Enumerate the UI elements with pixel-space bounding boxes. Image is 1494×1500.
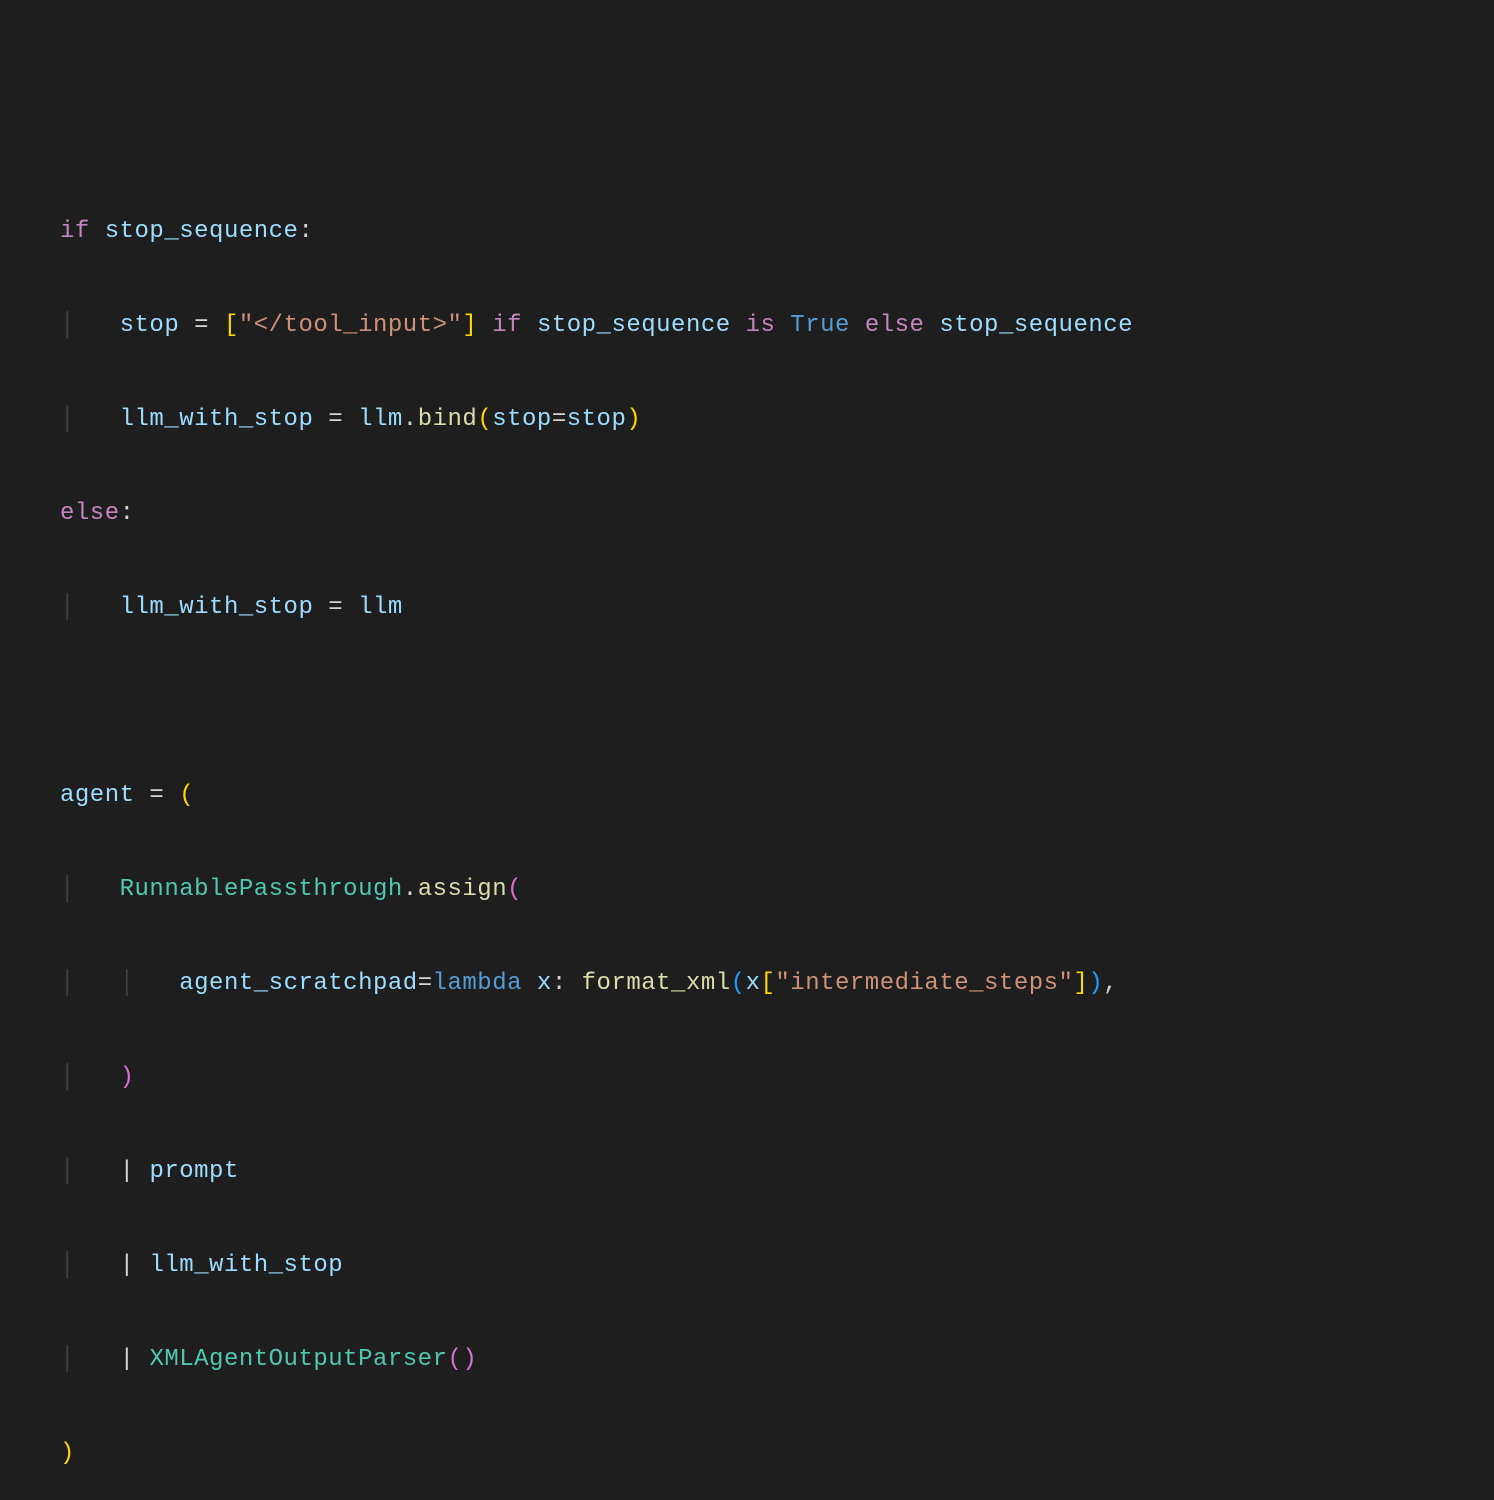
code-editor[interactable]: if stop_sequence: │ stop = ["</tool_inpu… [60, 208, 1494, 1500]
code-token [522, 970, 537, 997]
code-line[interactable]: agent = ( [60, 772, 1494, 819]
code-token: agent_scratchpad [179, 970, 417, 997]
code-token: llm_with_stop [120, 406, 314, 433]
code-line[interactable]: if stop_sequence: [60, 208, 1494, 255]
code-token: llm [358, 594, 403, 621]
code-line[interactable]: │ │ agent_scratchpad=lambda x: format_xm… [60, 960, 1494, 1007]
code-token: x [537, 970, 552, 997]
code-token: agent [60, 782, 135, 809]
code-token: if [492, 312, 522, 339]
code-token: stop [120, 312, 180, 339]
code-token: = [552, 406, 567, 433]
code-token: ( [731, 970, 746, 997]
code-token: if [60, 218, 90, 245]
code-line[interactable]: │ ) [60, 1054, 1494, 1101]
code-token [522, 312, 537, 339]
code-token: ( [477, 406, 492, 433]
code-token [775, 312, 790, 339]
code-token [179, 312, 194, 339]
code-token: = [328, 594, 343, 621]
code-token: ] [462, 312, 477, 339]
code-token: ) [60, 1440, 75, 1467]
code-line[interactable]: │ stop = ["</tool_input>"] if stop_seque… [60, 302, 1494, 349]
code-token [731, 312, 746, 339]
code-token [135, 1252, 150, 1279]
code-token: = [328, 406, 343, 433]
code-token: RunnablePassthrough [120, 876, 403, 903]
code-line[interactable]: │ | XMLAgentOutputParser() [60, 1336, 1494, 1383]
code-token [135, 1346, 150, 1373]
code-token: ) [626, 406, 641, 433]
code-token [343, 594, 358, 621]
code-line[interactable]: else: [60, 490, 1494, 537]
code-token: = [149, 782, 164, 809]
code-token: prompt [149, 1158, 238, 1185]
code-token: ) [462, 1346, 477, 1373]
code-token: | [120, 1252, 135, 1279]
code-token [313, 594, 328, 621]
code-token [135, 1158, 150, 1185]
code-token [209, 312, 224, 339]
code-token: ( [179, 782, 194, 809]
code-token [164, 782, 179, 809]
code-token: , [1103, 970, 1118, 997]
code-token: ) [120, 1064, 135, 1091]
code-line[interactable] [60, 678, 1494, 725]
code-token: : [120, 500, 135, 527]
code-token [313, 406, 328, 433]
code-token: = [194, 312, 209, 339]
code-token [477, 312, 492, 339]
code-line[interactable]: │ llm_with_stop = llm [60, 584, 1494, 631]
code-token [924, 312, 939, 339]
code-token: ) [1088, 970, 1103, 997]
code-token: x [746, 970, 761, 997]
code-token: . [403, 876, 418, 903]
code-token: else [865, 312, 925, 339]
code-token: : [552, 970, 567, 997]
code-token: assign [418, 876, 507, 903]
code-token: stop [567, 406, 627, 433]
code-token: bind [418, 406, 478, 433]
code-line[interactable]: │ RunnablePassthrough.assign( [60, 866, 1494, 913]
code-token: llm_with_stop [120, 594, 314, 621]
code-token: llm [358, 406, 403, 433]
code-token: format_xml [582, 970, 731, 997]
code-line[interactable]: │ | prompt [60, 1148, 1494, 1195]
code-token: . [403, 406, 418, 433]
code-token: True [790, 312, 850, 339]
code-token: : [298, 218, 313, 245]
code-token: ( [447, 1346, 462, 1373]
code-token [343, 406, 358, 433]
code-token: ( [507, 876, 522, 903]
code-token: llm_with_stop [149, 1252, 343, 1279]
code-token: lambda [433, 970, 522, 997]
code-token [850, 312, 865, 339]
code-token: is [746, 312, 776, 339]
code-token: = [418, 970, 433, 997]
code-token: | [120, 1346, 135, 1373]
code-token [90, 218, 105, 245]
code-line[interactable]: │ | llm_with_stop [60, 1242, 1494, 1289]
code-line[interactable]: │ llm_with_stop = llm.bind(stop=stop) [60, 396, 1494, 443]
code-token: ] [1073, 970, 1088, 997]
code-token [135, 782, 150, 809]
code-token: else [60, 500, 120, 527]
code-token: | [120, 1158, 135, 1185]
code-token: [ [760, 970, 775, 997]
code-token: stop_sequence [105, 218, 299, 245]
code-token: stop_sequence [537, 312, 731, 339]
code-token: [ [224, 312, 239, 339]
code-token: stop [492, 406, 552, 433]
code-line[interactable]: ) [60, 1430, 1494, 1477]
code-token: "intermediate_steps" [775, 970, 1073, 997]
code-token [567, 970, 582, 997]
code-token: "</tool_input>" [239, 312, 463, 339]
code-token: XMLAgentOutputParser [149, 1346, 447, 1373]
code-token [60, 688, 75, 715]
code-token: stop_sequence [939, 312, 1133, 339]
